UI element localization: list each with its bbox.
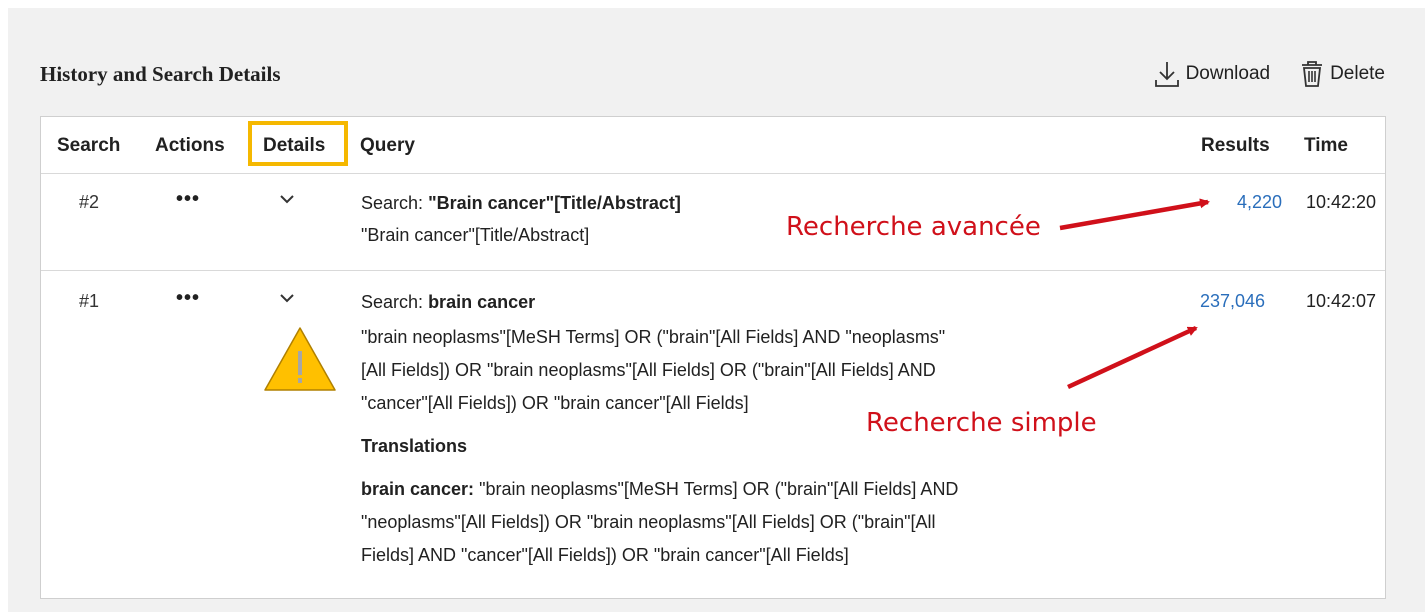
- translations-heading: Translations: [361, 436, 468, 456]
- annotation-advanced-search: Recherche avancée: [786, 212, 1041, 242]
- trash-icon: [1300, 60, 1324, 88]
- results-link[interactable]: 237,046: [1200, 291, 1265, 312]
- search-number: #1: [79, 291, 100, 311]
- query-details-line: "brain neoplasms"[MeSH Terms] OR ("brain…: [361, 327, 946, 347]
- delete-button[interactable]: Delete: [1300, 60, 1385, 88]
- download-button[interactable]: Download: [1154, 60, 1271, 88]
- query-search-line: Search: brain cancer: [361, 291, 535, 313]
- details-highlight-box: [248, 121, 348, 166]
- query-search-line: Search: "Brain cancer"[Title/Abstract]: [361, 192, 681, 214]
- search-time: 10:42:20: [1306, 192, 1377, 212]
- translation-text: "brain neoplasms"[MeSH Terms] OR ("brain…: [479, 479, 959, 499]
- search-prefix: Search:: [361, 193, 424, 213]
- translation-line: brain cancer: "brain neoplasms"[MeSH Ter…: [361, 478, 958, 500]
- warning-icon: [262, 325, 338, 398]
- download-label: Download: [1185, 63, 1271, 84]
- query-details-line: [All Fields]) OR "brain neoplasms"[All F…: [361, 360, 936, 380]
- results-link[interactable]: 4,220: [1237, 192, 1282, 213]
- chevron-down-icon[interactable]: [279, 190, 295, 211]
- history-actions: Download Delete: [1154, 60, 1385, 88]
- search-prefix: Search:: [361, 292, 424, 312]
- col-header-actions: Actions: [155, 135, 225, 156]
- table-row: #2 ••• Search: "Brain cancer"[Title/Abst…: [41, 174, 1385, 271]
- translation-term: brain cancer:: [361, 479, 475, 499]
- annotation-simple-search: Recherche simple: [866, 408, 1097, 438]
- col-header-search: Search: [57, 135, 121, 156]
- delete-label: Delete: [1330, 63, 1385, 84]
- table-header: Search Actions Details Query Results Tim…: [41, 117, 1385, 174]
- search-term: brain cancer: [428, 292, 536, 312]
- actions-menu-button[interactable]: •••: [176, 188, 200, 211]
- query-details: "Brain cancer"[Title/Abstract]: [361, 225, 590, 245]
- col-header-time: Time: [1304, 135, 1349, 156]
- search-term: "Brain cancer"[Title/Abstract]: [428, 193, 681, 213]
- col-header-results: Results: [1201, 135, 1270, 156]
- actions-menu-button[interactable]: •••: [176, 287, 200, 310]
- search-time: 10:42:07: [1306, 291, 1377, 311]
- table-row: #1 ••• Search: brain cancer "brain neopl…: [41, 271, 1385, 599]
- download-icon: [1154, 60, 1180, 88]
- history-table: Search Actions Details Query Results Tim…: [40, 116, 1386, 599]
- col-header-query: Query: [360, 135, 415, 156]
- search-number: #2: [79, 192, 100, 212]
- translation-line: Fields] AND "cancer"[All Fields]) OR "br…: [361, 545, 849, 565]
- chevron-down-icon[interactable]: [279, 289, 295, 310]
- section-title: History and Search Details: [40, 62, 281, 86]
- query-details-line: "cancer"[All Fields]) OR "brain cancer"[…: [361, 393, 749, 413]
- translation-line: "neoplasms"[All Fields]) OR "brain neopl…: [361, 512, 936, 532]
